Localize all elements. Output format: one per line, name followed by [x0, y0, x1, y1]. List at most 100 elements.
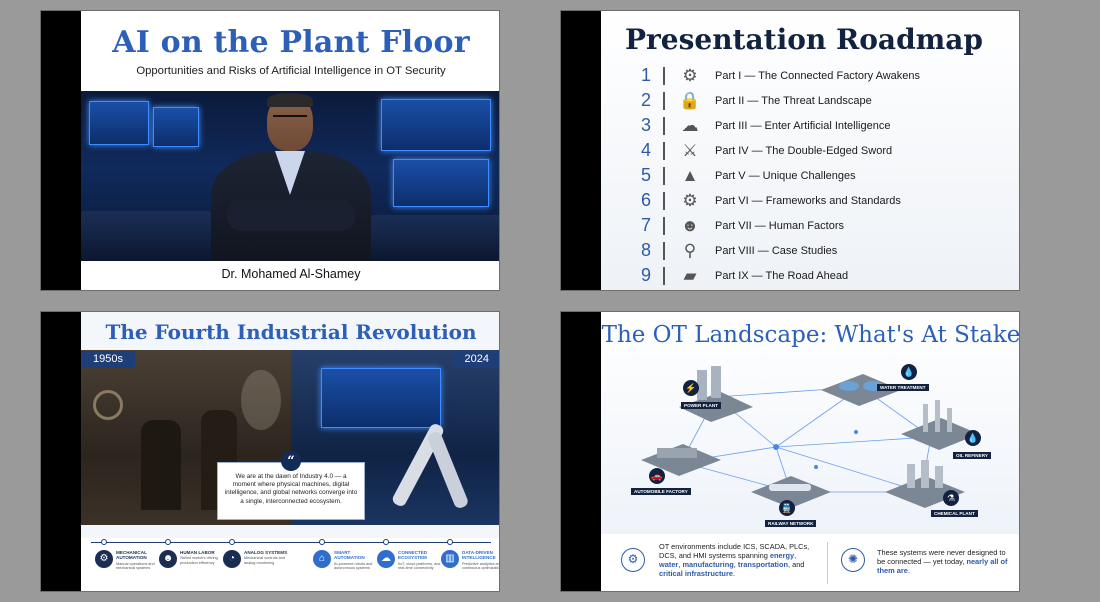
roadmap-divider — [663, 66, 665, 85]
timeline-description: AI-powered robots and autonomous systems — [334, 561, 373, 571]
timeline-dot — [383, 539, 389, 545]
slide-thumbnail-4[interactable]: The OT Landscape: What's At Stake ⚡ POWE… — [560, 311, 1020, 592]
roadmap-item: 1 ⚙ Part I — The Connected Factory Awakens — [635, 63, 1015, 88]
roadmap-label: Part IV — The Double-Edged Sword — [715, 144, 893, 157]
footer-sep-3: , — [733, 560, 736, 569]
label-automobile-factory: AUTOMOBILE FACTORY — [631, 488, 691, 495]
roadmap-divider — [663, 241, 665, 260]
label-chemical-plant: CHEMICAL PLANT — [931, 510, 978, 517]
gears-icon: ⚙ — [95, 550, 113, 568]
footer-hl-manufacturing: manufacturing — [682, 560, 734, 569]
mountain-icon: ▲ — [681, 165, 699, 185]
slide-3-canvas: The Fourth Industrial Revolution 1950s 2… — [81, 312, 500, 591]
network-globe-icon: ✺ — [841, 548, 865, 572]
timeline-description: Manual operations and mechanical systems — [116, 561, 155, 571]
roadmap-label: Part V — Unique Challenges — [715, 169, 856, 182]
gauge-icon: ◔ — [223, 550, 241, 568]
roadmap-number: 8 — [640, 240, 651, 260]
roadmap-item: 5 ▲ Part V — Unique Challenges — [635, 163, 1015, 188]
roadmap-number: 5 — [640, 165, 651, 185]
magnifier-icon: ⚲ — [683, 240, 697, 260]
roadmap-number: 3 — [640, 115, 651, 135]
slide-thumbnail-2[interactable]: Presentation Roadmap 1 ⚙ Part I — The Conn… — [560, 10, 1020, 291]
roadmap-item: 4 ⚔ Part IV — The Double-Edged Sword — [635, 138, 1015, 163]
era-label-past: 1950s — [81, 351, 135, 368]
roadmap-label: Part III — Enter Artificial Intelligence — [715, 119, 891, 132]
timeline-text: HUMAN LABOR Skilled workers driving produ… — [180, 550, 227, 568]
presenter-arms — [227, 199, 355, 231]
chart-icon: ▥ — [441, 550, 459, 568]
slide-4-title: The OT Landscape: What's At Stake — [601, 322, 1020, 348]
slide-4-footer: ⚙ OT environments include ICS, SCADA, PL… — [601, 534, 1019, 591]
roadmap-number: 9 — [640, 265, 651, 285]
robot-arm-icon: ⚙ — [682, 65, 698, 85]
roadmap-divider — [663, 116, 665, 135]
label-railway-network: RAILWAY NETWORK — [765, 520, 817, 527]
oil-drop-icon: 💧 — [965, 430, 981, 446]
roadmap-number: 6 — [640, 190, 651, 210]
timeline-item: ▥ DATA-DRIVEN INTELLIGENCE Predictive anal… — [441, 550, 500, 571]
footer-hl-critical-infrastructure: critical infrastructure — [659, 569, 733, 578]
timeline-heading: MECHANICAL AUTOMATION — [116, 550, 147, 561]
timeline-dot — [447, 539, 453, 545]
roadmap-item: 9 ▰ Part IX — The Road Ahead — [635, 263, 1015, 288]
brain-icon: ☁ — [681, 115, 699, 135]
roadmap-item: 3 ☁ Part III — Enter Artificial Intelligen… — [635, 113, 1015, 138]
slide-2-title: Presentation Roadmap — [625, 23, 983, 56]
timeline-item: ⚙ MECHANICAL AUTOMATION Manual operations … — [95, 550, 163, 571]
pressure-gauge — [93, 390, 123, 420]
timeline-text: ANALOG SYSTEMS Mechanical controls and an… — [244, 550, 291, 568]
industry-timeline: ⚙ MECHANICAL AUTOMATION Manual operations … — [81, 538, 500, 591]
roadmap-label: Part II — The Threat Landscape — [715, 94, 872, 107]
slide-thumbnail-3[interactable]: The Fourth Industrial Revolution 1950s 2… — [40, 311, 500, 592]
timeline-heading: DATA-DRIVEN INTELLIGENCE — [462, 550, 496, 561]
roadmap-divider — [663, 166, 665, 185]
roadmap-item: 6 ⚙ Part VI — Frameworks and Standards — [635, 188, 1015, 213]
footer-hl-transportation: transportation — [737, 560, 788, 569]
era-label-present: 2024 — [452, 351, 499, 368]
presenter-glasses — [273, 115, 307, 121]
timeline-heading: HUMAN LABOR — [180, 550, 215, 555]
slide-1-title: AI on the Plant Floor — [112, 25, 470, 60]
slide-thumbnail-1[interactable]: AI on the Plant Floor Opportunities and … — [40, 10, 500, 291]
padlock-icon: 🔒 — [679, 90, 701, 110]
timeline-dot — [101, 539, 107, 545]
timeline-dot — [229, 539, 235, 545]
control-console-right — [371, 215, 499, 261]
roadmap-item: 8 ⚲ Part VIII — Case Studies — [635, 238, 1015, 263]
timeline-dot — [319, 539, 325, 545]
robot-arm-2 — [426, 430, 470, 510]
car-icon: 🚗 — [649, 468, 665, 484]
slide-1-author: Dr. Mohamed Al-Shamey — [221, 267, 361, 281]
control-room-photo — [81, 91, 499, 261]
slide-1-canvas: AI on the Plant Floor Opportunities and … — [81, 11, 499, 290]
timeline-description: Predictive analytics and continuous opti… — [462, 561, 500, 571]
shield-gear-icon: ⚙ — [621, 548, 645, 572]
worker-icon: ☻ — [159, 550, 177, 568]
train-icon: 🚆 — [779, 500, 795, 516]
roadmap-item: 7 ☻ Part VII — Human Factors — [635, 213, 1015, 238]
footer-sep-1: , — [794, 551, 797, 560]
infrastructure-network-diagram — [641, 366, 979, 508]
roadmap-label: Part IX — The Road Ahead — [715, 269, 849, 282]
roadmap-divider — [663, 141, 665, 160]
roadmap-label: Part VIII — Case Studies — [715, 244, 838, 257]
road-icon: ▰ — [683, 265, 697, 285]
control-console-left — [81, 211, 211, 261]
timeline-line — [91, 542, 491, 543]
roadmap-list: 1 ⚙ Part I — The Connected Factory Awakens… — [635, 63, 1015, 288]
roadmap-label: Part VI — Frameworks and Standards — [715, 194, 901, 207]
timeline-description: IIoT, cloud platforms, and real-time con… — [398, 561, 441, 571]
timeline-heading: CONNECTED ECOSYSTEM — [398, 550, 428, 561]
timeline-heading: SMART AUTOMATION — [334, 550, 365, 561]
slide-4-canvas: The OT Landscape: What's At Stake ⚡ POWE… — [601, 312, 1020, 591]
dashboard-monitor — [393, 159, 489, 207]
roadmap-number: 7 — [640, 215, 651, 235]
roadmap-divider — [663, 266, 665, 285]
water-drop-icon: 💧 — [901, 364, 917, 380]
production-dashboard — [321, 368, 441, 428]
monitor-left — [89, 101, 149, 145]
timeline-text: SMART AUTOMATION AI-powered robots and au… — [334, 550, 381, 571]
monitor-left-2 — [153, 107, 199, 147]
worker-silhouette — [141, 420, 181, 510]
